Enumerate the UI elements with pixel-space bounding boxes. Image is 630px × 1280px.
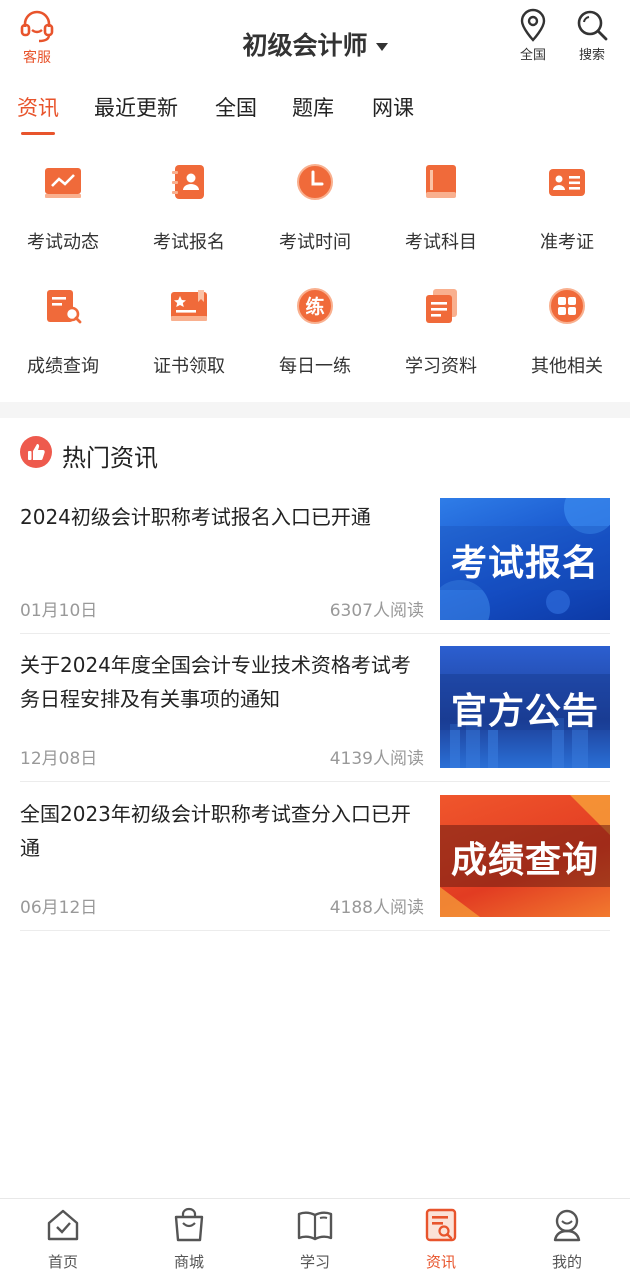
active-tab-indicator [21,132,55,135]
bottom-navigation: 首页 商城 学习 资讯 我的 [0,1198,630,1280]
nav-news[interactable]: 资讯 [378,1207,504,1272]
news-item[interactable]: 关于2024年度全国会计专业技术资格考试考务日程安排及有关事项的通知 12月08… [20,646,610,782]
location-label: 全国 [519,48,546,63]
location-button[interactable]: 全国 [513,8,553,63]
news-title: 关于2024年度全国会计专业技术资格考试考务日程安排及有关事项的通知 [20,653,411,711]
clock-icon [297,164,333,200]
thumbnail-text: 官方公告 [450,691,599,732]
news-separator [20,633,610,634]
certificate-icon [171,290,207,321]
news-read-count: 4139人阅读 [329,749,424,769]
section-divider [0,402,630,418]
tab-nationwide[interactable]: 全国 [215,92,257,122]
news-thumbnail: 考试报名 [440,498,610,620]
quick-link-label: 成绩查询 [27,356,99,377]
news-title: 全国2023年初级会计职称考试查分入口已开通 [20,802,411,860]
nav-home[interactable]: 首页 [0,1207,126,1272]
news-title: 2024初级会计职称考试报名入口已开通 [20,505,371,529]
quick-link-label: 准考证 [540,232,594,253]
quick-link-other[interactable]: 其他相关 [504,276,630,396]
nav-mall[interactable]: 商城 [126,1207,252,1272]
score-search-icon [47,290,82,324]
quick-link-label: 其他相关 [531,356,603,377]
quick-link-registration[interactable]: 考试报名 [126,152,252,272]
quick-link-exam-time[interactable]: 考试时间 [252,152,378,272]
registration-book-icon [172,165,204,199]
admission-card-icon [549,169,585,196]
profile-icon [553,1209,581,1242]
quick-link-study-materials[interactable]: 学习资料 [378,276,504,396]
home-icon [47,1209,79,1241]
trend-chart-icon [45,168,81,198]
nav-mine[interactable]: 我的 [504,1207,630,1272]
tab-online-course[interactable]: 网课 [372,92,414,122]
quick-link-label: 证书领取 [153,356,225,377]
news-thumbnail: 官方公告 [440,646,610,768]
search-label: 搜索 [578,48,605,63]
grid-apps-icon [549,288,585,324]
nav-label: 首页 [47,1253,78,1271]
quick-link-label: 学习资料 [405,356,477,377]
quick-link-admission-ticket[interactable]: 准考证 [504,152,630,272]
news-separator [20,781,610,782]
quick-link-certificate[interactable]: 证书领取 [126,276,252,396]
tab-news[interactable]: 资讯 [17,92,59,122]
open-book-icon [297,1211,333,1241]
app-header: 客服 初级会计师 全国 搜索 [0,0,630,80]
daily-practice-icon: 练 [297,288,333,324]
thumbs-up-icon [20,436,52,468]
quick-link-score-query[interactable]: 成绩查询 [0,276,126,396]
page-title: 初级会计师 [242,31,368,60]
nav-label: 商城 [173,1253,204,1271]
quick-link-exam-subjects[interactable]: 考试科目 [378,152,504,272]
quick-link-daily-practice[interactable]: 练 每日一练 [252,276,378,396]
tab-recent-updates[interactable]: 最近更新 [94,92,178,122]
news-date: 12月08日 [20,749,98,769]
thumbnail-text: 考试报名 [450,543,599,584]
news-date: 06月12日 [20,898,98,918]
news-icon [425,1208,457,1242]
quick-link-label: 考试报名 [153,232,225,253]
quick-link-label: 考试科目 [405,232,477,253]
quick-link-label: 每日一练 [279,356,351,377]
search-button[interactable]: 搜索 [572,8,612,63]
quick-link-exam-news[interactable]: 考试动态 [0,152,126,272]
news-thumbnail: 成绩查询 [440,795,610,917]
nav-study[interactable]: 学习 [252,1207,378,1272]
search-icon [577,10,608,41]
svg-text:练: 练 [305,295,324,318]
news-read-count: 6307人阅读 [329,601,424,621]
section-title: 热门资讯 [62,444,158,472]
location-pin-icon [520,8,546,42]
tab-question-bank[interactable]: 题库 [292,92,334,122]
news-separator [20,930,610,931]
news-read-count: 4188人阅读 [329,898,424,918]
caret-down-icon [375,42,388,51]
subject-book-icon [426,165,456,198]
news-date: 01月10日 [20,601,98,621]
thumbnail-text: 成绩查询 [450,840,599,881]
study-material-icon [426,289,457,323]
quick-link-label: 考试动态 [27,232,99,253]
nav-label: 资讯 [425,1253,456,1271]
news-item[interactable]: 全国2023年初级会计职称考试查分入口已开通 06月12日 4188人阅读 成绩… [20,795,610,931]
category-tabs: 资讯 最近更新 全国 题库 网课 [0,92,630,136]
quick-link-label: 考试时间 [279,232,351,253]
nav-label: 我的 [551,1253,582,1271]
news-item[interactable]: 2024初级会计职称考试报名入口已开通 01月10日 6307人阅读 考试报名 [20,498,610,634]
nav-label: 学习 [299,1253,330,1271]
shopping-bag-icon [174,1207,204,1242]
